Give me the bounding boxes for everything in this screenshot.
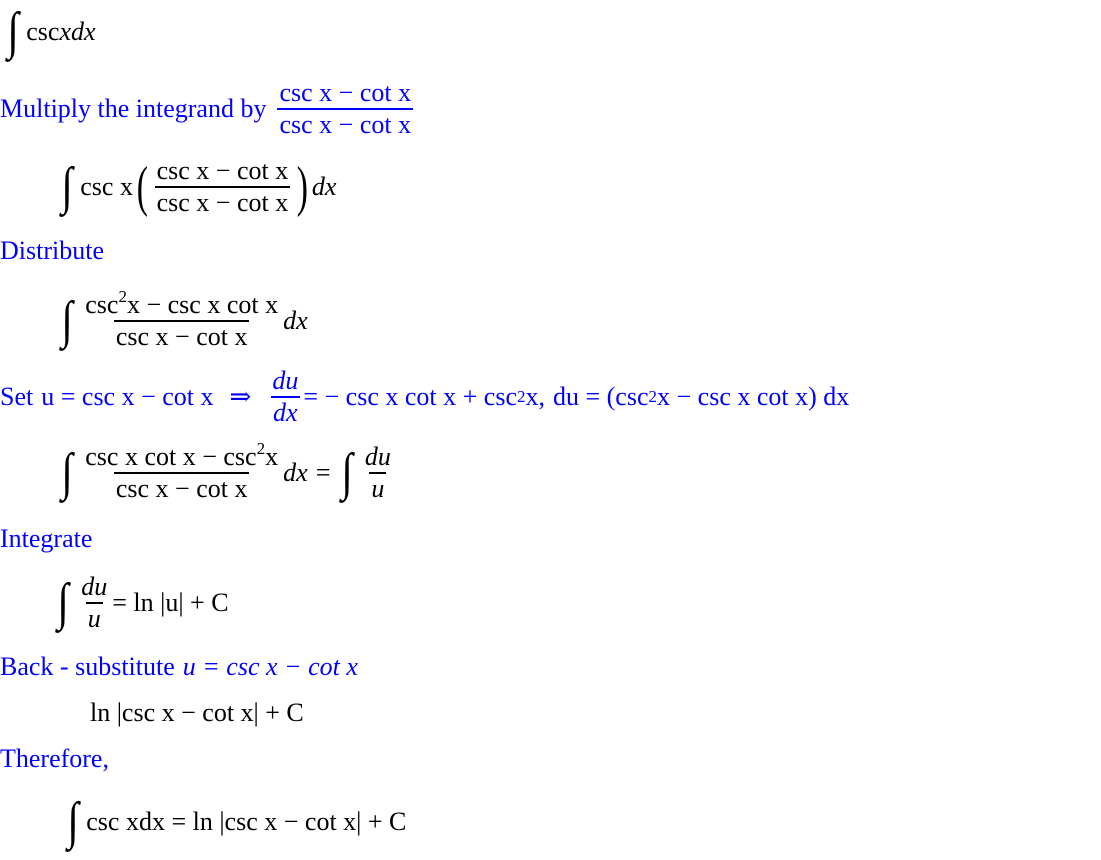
differential: dx xyxy=(71,17,96,46)
fraction-numerator: csc2x − csc x cot x xyxy=(83,287,280,320)
result: ln |csc x − cot x| + C xyxy=(90,698,304,727)
du-expression: du = (csc xyxy=(552,381,649,411)
final-result: ∫ csc xdx = ln |csc x − cot x| + C xyxy=(66,796,406,848)
step-back-substitute: Back - substitute u = csc x − cot x xyxy=(0,652,358,682)
fraction-denominator: u xyxy=(369,471,387,503)
differential-equals: dx = xyxy=(283,457,332,487)
num-part: x − csc x cot x xyxy=(126,290,279,319)
expression-distributed: ∫ csc2x − csc x cot x csc x − cot x dx xyxy=(60,287,308,352)
integral-result: = ln |u| + C xyxy=(112,587,229,617)
fraction-denominator: csc x − cot x xyxy=(113,471,250,503)
integral-sign: ∫ xyxy=(57,573,69,631)
variable: x xyxy=(59,17,71,46)
expression-back-substituted: ln |csc x − cot x| + C xyxy=(90,698,304,728)
fraction-denominator: dx xyxy=(271,395,300,427)
derivative-rhs: x, xyxy=(525,381,545,411)
problem-integral: ∫ csc x dx xyxy=(6,3,96,60)
fraction-numerator: du xyxy=(272,366,299,395)
substitution: u = csc x − cot x xyxy=(182,652,358,681)
integral-sign: ∫ xyxy=(7,3,19,60)
num-part: x xyxy=(265,442,279,471)
du-over-u-fraction: du u xyxy=(363,442,393,504)
integral-sign: ∫ xyxy=(61,157,73,215)
integral-sign: ∫ xyxy=(341,443,353,501)
derivative-fraction: du dx xyxy=(270,366,300,428)
expression-multiplied: ∫ csc x ( csc x − cot x csc x − cot x ) … xyxy=(60,156,336,218)
step-label: Therefore, xyxy=(0,744,109,773)
step-substitution: Set u = csc x − cot x ⇒ du dx = − csc x … xyxy=(0,366,850,428)
integrand: csc xyxy=(26,17,60,46)
step-label: Multiply the integrand by xyxy=(0,93,267,123)
exponent: 2 xyxy=(118,287,127,306)
fraction: csc x cot x − csc2x csc x − cot x xyxy=(83,439,280,504)
fraction-numerator: csc x cot x − csc2x xyxy=(83,439,280,472)
fraction: csc2x − csc x cot x csc x − cot x xyxy=(83,287,280,352)
step-multiply: Multiply the integrand by csc x − cot x … xyxy=(0,78,416,140)
substitution: u = csc x − cot x xyxy=(41,381,214,411)
step-integrate: Integrate xyxy=(0,524,92,554)
step-label: Distribute xyxy=(0,236,104,265)
step-distribute: Distribute xyxy=(0,236,104,266)
derivative-rhs: = − csc x cot x + csc xyxy=(303,381,517,411)
step-label: Integrate xyxy=(0,524,93,553)
fraction-denominator: u xyxy=(85,601,103,633)
fraction-numerator: csc x − cot x xyxy=(156,156,289,185)
fraction-denominator: csc x − cot x xyxy=(277,107,414,139)
exponent: 2 xyxy=(256,439,266,458)
fraction-numerator: du xyxy=(81,572,108,601)
differential: dx xyxy=(283,305,308,335)
num-part: csc xyxy=(85,290,119,319)
num-part: csc x cot x − csc xyxy=(85,442,257,471)
open-paren: ( xyxy=(136,155,148,218)
fraction-numerator: du xyxy=(364,442,391,471)
du-expression: x − csc x cot x) dx xyxy=(657,381,850,411)
integral-sign: ∫ xyxy=(67,793,79,850)
close-paren: ) xyxy=(296,155,309,218)
prefix: csc x xyxy=(80,171,133,201)
step-therefore: Therefore, xyxy=(0,744,109,774)
integral-sign: ∫ xyxy=(61,443,73,501)
fraction-denominator: csc x − cot x xyxy=(154,185,291,217)
implies-arrow: ⇒ xyxy=(229,381,252,411)
step-label: Back - substitute xyxy=(0,652,175,681)
final-equation: csc xdx = ln |csc x − cot x| + C xyxy=(86,807,407,836)
du-over-u-fraction: du u xyxy=(79,572,109,634)
integral-sign: ∫ xyxy=(61,291,73,349)
step-label: Set xyxy=(0,381,34,411)
expression-substituted: ∫ csc x cot x − csc2x csc x − cot x dx =… xyxy=(60,439,396,504)
differential: dx xyxy=(311,171,337,201)
fraction-denominator: csc x − cot x xyxy=(113,319,250,351)
expression-integrated: ∫ du u = ln |u| + C xyxy=(56,572,229,634)
multiplier-fraction: csc x − cot x csc x − cot x xyxy=(277,78,414,140)
fraction-numerator: csc x − cot x xyxy=(279,78,412,107)
fraction: csc x − cot x csc x − cot x xyxy=(154,156,291,218)
